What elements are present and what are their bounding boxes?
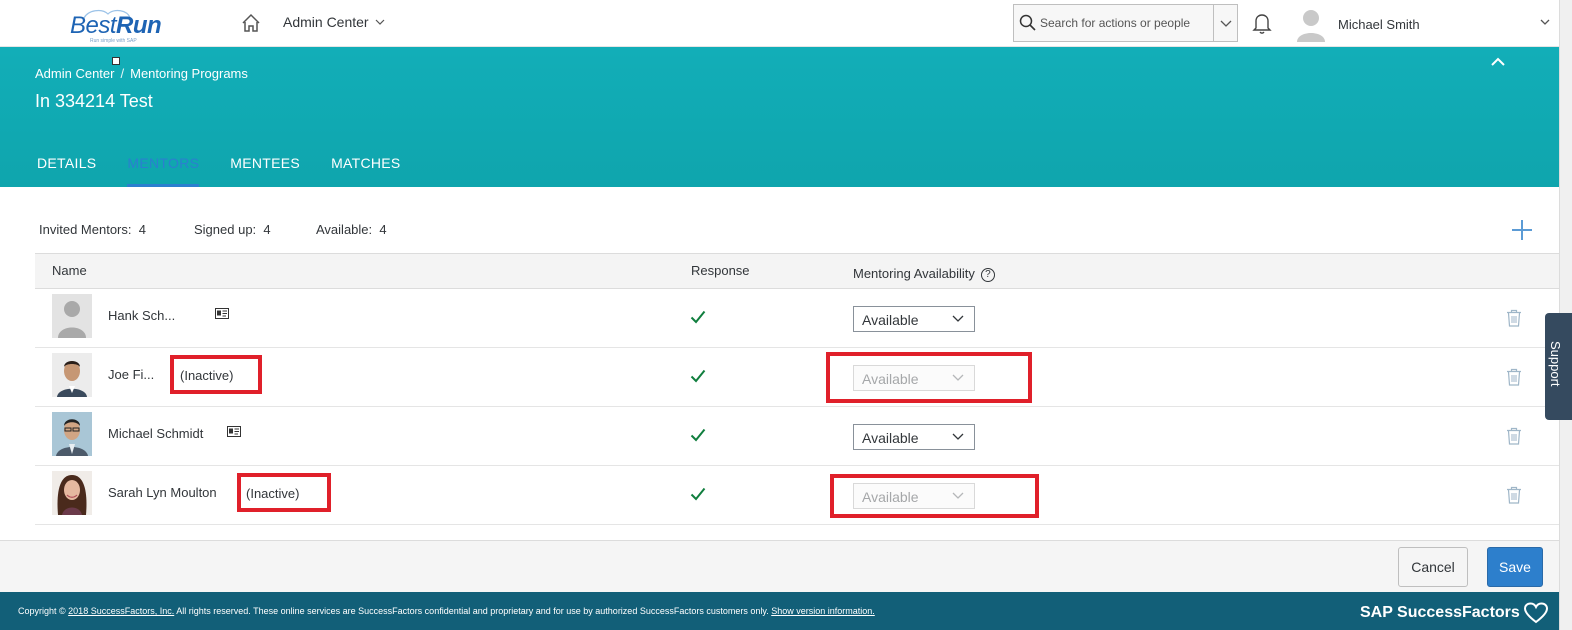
- copyright-body: All rights reserved. These online servic…: [176, 606, 769, 616]
- collapse-header-icon[interactable]: [1490, 56, 1506, 68]
- version-info-link[interactable]: Show version information.: [771, 606, 875, 616]
- brand-text: SAP SuccessFactors: [1360, 604, 1520, 621]
- signed-up-label: Signed up:: [194, 222, 257, 237]
- shell-bar: BestRun Run simple with SAP Admin Center…: [0, 0, 1572, 47]
- cancel-button[interactable]: Cancel: [1398, 547, 1468, 587]
- tab-details[interactable]: DETAILS: [37, 155, 96, 187]
- signed-up-value: 4: [263, 222, 271, 237]
- delete-icon[interactable]: [1506, 486, 1522, 504]
- admin-center-menu[interactable]: Admin Center: [283, 14, 385, 30]
- page-title: In 334214 Test: [35, 91, 153, 111]
- tab-matches[interactable]: MATCHES: [331, 155, 401, 187]
- mentor-name[interactable]: Hank Sch...: [108, 308, 175, 323]
- delete-icon[interactable]: [1506, 427, 1522, 445]
- heart-icon: [1523, 602, 1548, 624]
- table-header: Name Response Mentoring Availability?: [35, 253, 1559, 289]
- user-avatar[interactable]: [1294, 6, 1328, 42]
- bestrun-logo[interactable]: BestRun Run simple with SAP: [66, 8, 170, 44]
- sap-successfactors-brand: SAP SuccessFactors: [1360, 602, 1548, 624]
- highlight-box-availability-2: [830, 474, 1039, 518]
- table-row: Hank Sch... ✓ Available: [35, 289, 1559, 348]
- search-box: [1013, 4, 1238, 42]
- help-icon[interactable]: ?: [980, 267, 995, 282]
- chevron-down-icon: [952, 433, 964, 440]
- person-photo-icon: [52, 471, 92, 515]
- avatar: [52, 294, 92, 338]
- chevron-down-icon[interactable]: [1539, 16, 1551, 28]
- page-header: Admin Center / Mentoring Programs In 334…: [0, 47, 1559, 187]
- invited-mentors-label: Invited Mentors:: [39, 222, 132, 237]
- availability-select[interactable]: Available: [853, 424, 975, 450]
- breadcrumb: Admin Center / Mentoring Programs: [35, 66, 248, 81]
- invited-mentors-value: 4: [138, 222, 146, 237]
- copyright-text: Copyright © 2018 SuccessFactors, Inc. Al…: [18, 606, 875, 616]
- column-name[interactable]: Name: [52, 263, 87, 278]
- mentor-name[interactable]: Joe Fi...: [108, 367, 154, 382]
- notification-bell-icon[interactable]: [1252, 12, 1272, 34]
- available-label: Available:: [316, 222, 373, 237]
- support-label: Support: [1548, 341, 1563, 387]
- footer: Copyright © 2018 SuccessFactors, Inc. Al…: [0, 592, 1559, 630]
- highlight-box-inactive-2: [237, 473, 331, 512]
- copyright-prefix: Copyright ©: [18, 606, 66, 616]
- logo-text: BestRun: [70, 12, 162, 39]
- support-tab[interactable]: Support: [1545, 313, 1572, 420]
- breadcrumb-separator: /: [120, 66, 125, 81]
- person-photo-icon: [52, 412, 92, 456]
- save-button[interactable]: Save: [1487, 547, 1543, 587]
- add-mentor-icon[interactable]: [1510, 218, 1534, 242]
- search-dropdown-button[interactable]: [1213, 5, 1237, 41]
- mentor-name[interactable]: Sarah Lyn Moulton: [108, 485, 217, 500]
- tab-mentees[interactable]: MENTEES: [230, 155, 300, 187]
- table-row: Michael Schmidt ✓ Available: [35, 407, 1559, 466]
- avatar: [52, 412, 92, 456]
- check-icon: [690, 428, 706, 442]
- highlight-box-availability-1: [826, 352, 1032, 403]
- cursor-marker: [112, 57, 120, 65]
- availability-value: Available: [862, 430, 919, 446]
- breadcrumb-admin-center[interactable]: Admin Center: [35, 66, 114, 81]
- availability-value: Available: [862, 312, 919, 328]
- home-icon[interactable]: [240, 12, 262, 34]
- user-silhouette-icon: [1294, 6, 1328, 42]
- table-row: Joe Fi... (Inactive) ✓ Available: [35, 348, 1559, 407]
- signed-up-count: Signed up: 4: [194, 222, 271, 237]
- column-response[interactable]: Response: [691, 263, 750, 278]
- avatar: [52, 353, 92, 397]
- check-icon: [690, 369, 706, 383]
- user-silhouette-icon: [52, 294, 92, 338]
- action-bar: Cancel Save: [0, 540, 1559, 592]
- contact-card-icon[interactable]: [215, 308, 229, 319]
- logo-subtitle: Run simple with SAP: [90, 38, 137, 44]
- chevron-down-icon: [375, 19, 385, 25]
- column-availability-label[interactable]: Mentoring Availability: [853, 266, 975, 281]
- tab-bar: DETAILS MENTORS MENTEES MATCHES: [0, 155, 401, 187]
- chevron-down-icon: [1220, 20, 1231, 27]
- successfactors-link[interactable]: 2018 SuccessFactors, Inc.: [68, 606, 174, 616]
- column-availability: Mentoring Availability?: [853, 266, 995, 282]
- user-name[interactable]: Michael Smith: [1338, 17, 1528, 32]
- contact-card-icon[interactable]: [227, 426, 241, 437]
- person-photo-icon: [52, 353, 92, 397]
- highlight-box-inactive-1: [170, 355, 262, 394]
- mentor-name[interactable]: Michael Schmidt: [108, 426, 203, 441]
- admin-center-menu-label: Admin Center: [283, 14, 369, 30]
- tab-mentors[interactable]: MENTORS: [127, 155, 200, 187]
- available-value: 4: [379, 222, 387, 237]
- search-input[interactable]: [1040, 14, 1208, 32]
- chevron-down-icon: [952, 315, 964, 322]
- avatar: [52, 471, 92, 515]
- delete-icon[interactable]: [1506, 309, 1522, 327]
- delete-icon[interactable]: [1506, 368, 1522, 386]
- availability-select[interactable]: Available: [853, 306, 975, 332]
- check-icon: [690, 310, 706, 324]
- invited-mentors-count: Invited Mentors: 4: [39, 222, 146, 237]
- search-icon: [1019, 14, 1036, 31]
- breadcrumb-mentoring-programs[interactable]: Mentoring Programs: [130, 66, 248, 81]
- available-count: Available: 4: [316, 222, 387, 237]
- check-icon: [690, 487, 706, 501]
